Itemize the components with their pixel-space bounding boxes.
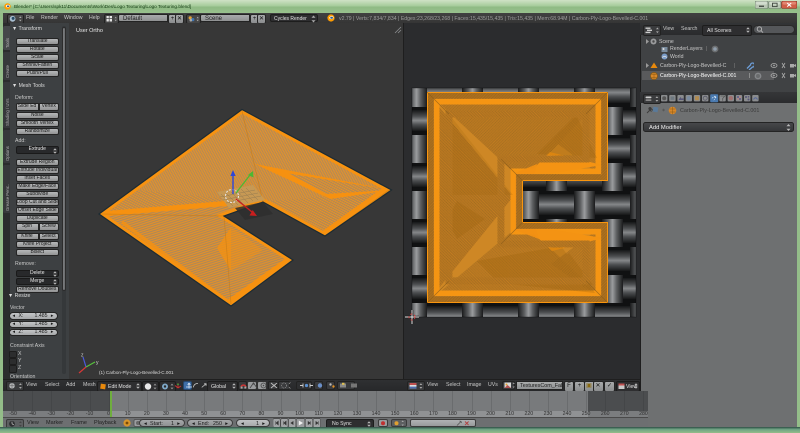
svg-text:y: y <box>96 360 99 366</box>
